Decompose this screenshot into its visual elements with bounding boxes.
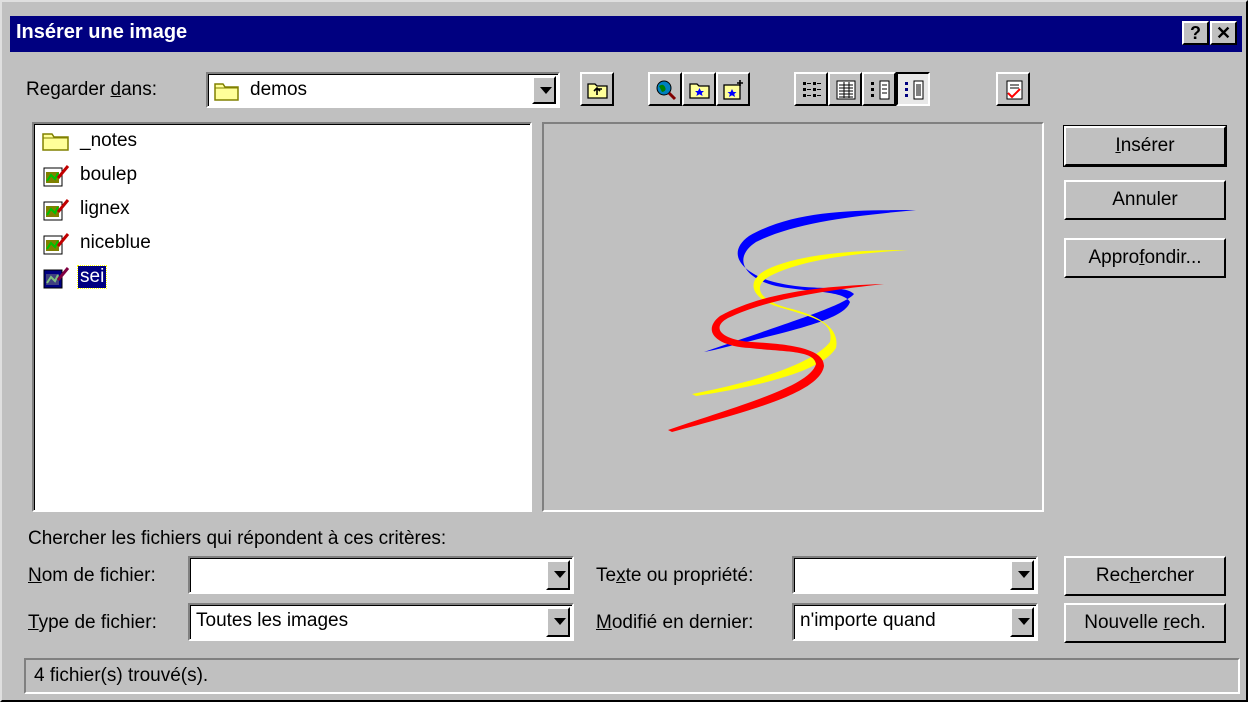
favorites-button[interactable] [682, 72, 716, 106]
properties-view-button[interactable] [862, 72, 896, 106]
commands-settings-button[interactable] [996, 72, 1030, 106]
look-in-dropdown-arrow[interactable] [532, 76, 556, 104]
globe-search-icon [656, 80, 677, 101]
look-in-label: Regarder dans: [26, 79, 157, 100]
file-name: lignex [80, 198, 130, 219]
file-list[interactable]: _notes boulep lignex niceblue sei [32, 122, 532, 512]
add-favorites-icon [723, 80, 743, 100]
image-file-icon [42, 198, 70, 228]
modified-combo[interactable]: n'importe quand [792, 603, 1038, 641]
insert-button[interactable]: Insérer [1063, 125, 1227, 167]
details-view-button[interactable] [828, 72, 862, 106]
filetype-value: Toutes les images [196, 610, 349, 631]
text-property-field[interactable] [792, 556, 1038, 594]
look-in-combo[interactable]: demos [206, 72, 560, 108]
new-search-button[interactable]: Nouvelle rech. [1064, 603, 1226, 643]
title-bar[interactable]: Insérer une image ? ✕ [10, 16, 1242, 52]
image-file-icon [42, 232, 70, 262]
image-file-icon [42, 164, 70, 194]
filetype-dropdown-arrow[interactable] [546, 607, 570, 637]
file-name: _notes [80, 130, 138, 151]
image-file-icon [42, 266, 70, 296]
preview-pane [542, 122, 1044, 512]
file-name: niceblue [80, 232, 151, 253]
favorites-folder-icon [689, 83, 710, 99]
details-view-icon [836, 80, 856, 100]
folder-icon [214, 80, 240, 108]
preview-view-icon [905, 80, 924, 100]
help-button[interactable]: ? [1182, 21, 1209, 45]
search-button[interactable]: Rechercher [1064, 556, 1226, 596]
list-view-icon [803, 82, 821, 97]
up-folder-icon [587, 83, 608, 99]
status-text: 4 fichier(s) trouvé(s). [34, 665, 209, 686]
filetype-combo[interactable]: Toutes les images [188, 603, 574, 641]
text-property-dropdown-arrow[interactable] [1010, 560, 1034, 590]
modified-label: Modifié en dernier: [596, 612, 754, 633]
dialog-title: Insérer une image [16, 21, 188, 43]
file-name: boulep [80, 164, 138, 185]
preview-image [668, 210, 916, 432]
filename-dropdown-arrow[interactable] [546, 560, 570, 590]
text-property-label: Texte ou propriété: [596, 565, 754, 586]
cancel-button[interactable]: Annuler [1064, 180, 1226, 220]
commands-settings-icon [1006, 80, 1023, 100]
status-bar: 4 fichier(s) trouvé(s). [24, 658, 1240, 694]
preview-view-button[interactable] [896, 72, 930, 106]
insert-image-dialog: Insérer une image ? ✕ Regarder dans: dem… [0, 0, 1248, 702]
file-name: sei [76, 265, 108, 289]
modified-dropdown-arrow[interactable] [1010, 607, 1034, 637]
look-in-value: demos [250, 79, 308, 100]
filetype-label: Type de fichier: [28, 612, 157, 633]
advanced-button[interactable]: Approfondir... [1064, 238, 1226, 278]
filename-label: Nom de fichier: [28, 565, 156, 586]
criteria-heading: Chercher les fichiers qui répondent à ce… [28, 528, 447, 549]
list-view-button[interactable] [794, 72, 828, 106]
close-button[interactable]: ✕ [1210, 21, 1237, 45]
filename-field[interactable] [188, 556, 574, 594]
folder-icon [42, 130, 70, 158]
properties-view-icon [871, 80, 890, 100]
add-to-favorites-button[interactable] [716, 72, 750, 106]
search-web-button[interactable] [648, 72, 682, 106]
up-one-level-button[interactable] [580, 72, 614, 106]
modified-value: n'importe quand [800, 610, 936, 631]
